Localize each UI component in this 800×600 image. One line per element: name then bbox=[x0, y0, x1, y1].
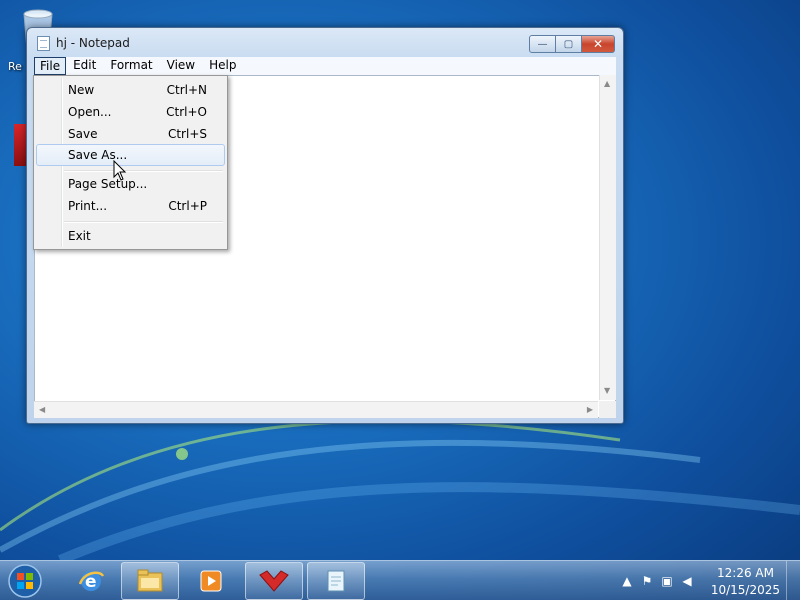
file-menu-dropdown: New Ctrl+N Open... Ctrl+O Save Ctrl+S Sa… bbox=[33, 75, 228, 250]
menu-item-open[interactable]: Open... Ctrl+O bbox=[36, 101, 225, 123]
network-icon[interactable]: ▣ bbox=[660, 574, 674, 588]
menu-item-label: Page Setup... bbox=[68, 177, 148, 191]
window-controls: — ▢ ✕ bbox=[529, 35, 615, 53]
mouse-pointer-icon bbox=[113, 160, 127, 181]
taskbar-ie-button[interactable]: e bbox=[62, 562, 120, 600]
taskbar-explorer-button[interactable] bbox=[121, 562, 179, 600]
taskbar-notepad-button[interactable] bbox=[307, 562, 365, 600]
menu-file[interactable]: File bbox=[34, 57, 67, 75]
menu-item-label: Save bbox=[68, 127, 98, 141]
show-desktop-button[interactable] bbox=[786, 561, 800, 600]
notepad-icon bbox=[327, 570, 345, 592]
menu-separator bbox=[64, 170, 223, 172]
taskbar-media-player-button[interactable] bbox=[182, 562, 240, 600]
menu-separator bbox=[64, 221, 223, 223]
action-center-flag-icon[interactable]: ⚑ bbox=[640, 574, 654, 588]
menu-edit[interactable]: Edit bbox=[66, 57, 103, 75]
menu-item-label: Print... bbox=[68, 199, 108, 213]
menu-item-label: Exit bbox=[68, 229, 91, 243]
maximize-button[interactable]: ▢ bbox=[556, 35, 582, 53]
menu-item-save-as[interactable]: Save As... bbox=[36, 144, 225, 166]
menu-item-shortcut: Ctrl+O bbox=[166, 105, 207, 119]
volume-muted-icon[interactable]: ◀ bbox=[680, 574, 694, 588]
menu-item-exit[interactable]: Exit bbox=[36, 225, 225, 247]
show-hidden-icons-icon[interactable]: ▲ bbox=[620, 574, 634, 588]
clock-date[interactable]: 10/15/2025 bbox=[711, 583, 780, 597]
system-tray: ▲ ⚑ ▣ ◀ 12:26 AM 10/15/2025 bbox=[620, 561, 800, 600]
minimize-button[interactable]: — bbox=[529, 35, 556, 53]
menu-item-print[interactable]: Print... Ctrl+P bbox=[36, 195, 225, 217]
menu-help[interactable]: Help bbox=[202, 57, 243, 75]
internet-explorer-icon: e bbox=[78, 571, 105, 592]
menu-item-shortcut: Ctrl+S bbox=[167, 127, 207, 141]
media-player-icon bbox=[200, 570, 222, 592]
menu-format[interactable]: Format bbox=[103, 57, 159, 75]
taskbar-gns3-button[interactable] bbox=[245, 562, 303, 600]
notepad-icon bbox=[37, 36, 50, 51]
gns3-icon bbox=[259, 570, 289, 592]
file-explorer-icon bbox=[137, 569, 163, 592]
menu-item-label: Open... bbox=[68, 105, 112, 119]
recycle-bin-label: Re bbox=[8, 60, 22, 73]
clock-time[interactable]: 12:26 AM bbox=[717, 566, 774, 580]
start-button[interactable] bbox=[5, 562, 45, 600]
menu-item-shortcut: Ctrl+P bbox=[168, 199, 207, 213]
close-button[interactable]: ✕ bbox=[582, 35, 615, 53]
menu-item-save[interactable]: Save Ctrl+S bbox=[36, 123, 225, 145]
title-bar[interactable]: hj - Notepad — ▢ ✕ bbox=[27, 28, 623, 58]
close-icon: ✕ bbox=[592, 37, 604, 51]
menu-item-new[interactable]: New Ctrl+N bbox=[36, 79, 225, 101]
menu-item-shortcut: Ctrl+N bbox=[166, 83, 207, 97]
maximize-icon: ▢ bbox=[563, 38, 574, 50]
minimize-icon: — bbox=[537, 38, 548, 50]
menu-view[interactable]: View bbox=[160, 57, 202, 75]
menu-item-label: New bbox=[68, 83, 95, 97]
start-orb-icon bbox=[8, 564, 42, 598]
menu-item-page-setup[interactable]: Page Setup... bbox=[36, 173, 225, 195]
taskbar: e ▲ ⚑ ▣ ◀ 12:26 AM 10/15/2025 bbox=[0, 560, 800, 600]
window-title: hj - Notepad bbox=[56, 36, 130, 50]
menu-bar: File Edit Format View Help bbox=[34, 57, 616, 75]
